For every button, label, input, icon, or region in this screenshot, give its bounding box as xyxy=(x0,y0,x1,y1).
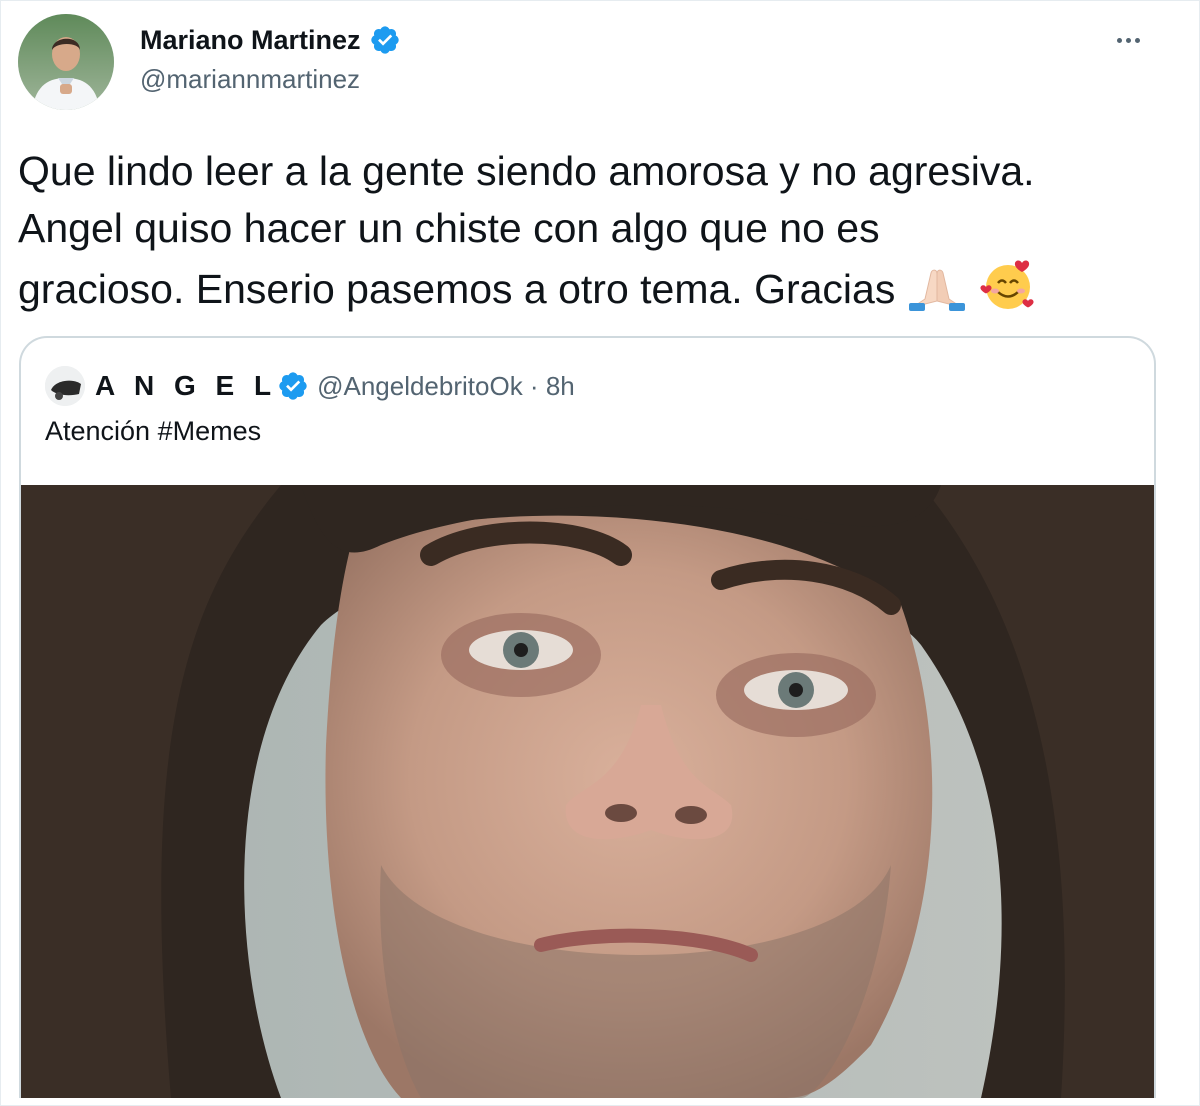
separator-dot: · xyxy=(522,370,546,401)
quoted-timestamp[interactable]: 8h xyxy=(546,371,575,402)
verified-badge-icon xyxy=(277,370,309,402)
author-info: Mariano Martinez @mariannmartinez xyxy=(140,22,401,95)
folded-hands-emoji-icon xyxy=(907,263,967,328)
tweet-text-line-last: gracioso. Enserio pasemos a otro tema. G… xyxy=(18,257,1178,328)
more-options-icon[interactable] xyxy=(1108,28,1148,52)
quoted-tweet-text: Atención #Memes xyxy=(45,416,262,446)
tweet-text-line: Que lindo leer a la gente siendo amorosa… xyxy=(18,148,1035,194)
author-avatar[interactable] xyxy=(18,14,114,110)
quoted-author-avatar[interactable] xyxy=(45,366,85,406)
tweet-text: Que lindo leer a la gente siendo amorosa… xyxy=(18,143,1178,328)
author-name[interactable]: Mariano Martinez xyxy=(140,25,361,56)
quoted-author-handle[interactable]: @AngeldebritoOk xyxy=(317,371,523,402)
tweet-text-line: Angel quiso hacer un chiste con algo que… xyxy=(18,205,880,251)
verified-badge-icon xyxy=(369,24,401,56)
quoted-author-name[interactable]: A N G E L xyxy=(95,370,277,402)
quoted-tweet-photo[interactable] xyxy=(21,485,1154,1098)
smiling-face-with-hearts-emoji-icon xyxy=(978,257,1038,328)
quoted-tweet[interactable]: A N G E L @AngeldebritoOk · 8h Atención … xyxy=(19,336,1156,1098)
author-handle[interactable]: @mariannmartinez xyxy=(140,64,401,95)
tweet-text-line: gracioso. Enserio pasemos a otro tema. G… xyxy=(18,266,896,312)
quoted-tweet-header: A N G E L @AngeldebritoOk · 8h xyxy=(45,366,575,406)
